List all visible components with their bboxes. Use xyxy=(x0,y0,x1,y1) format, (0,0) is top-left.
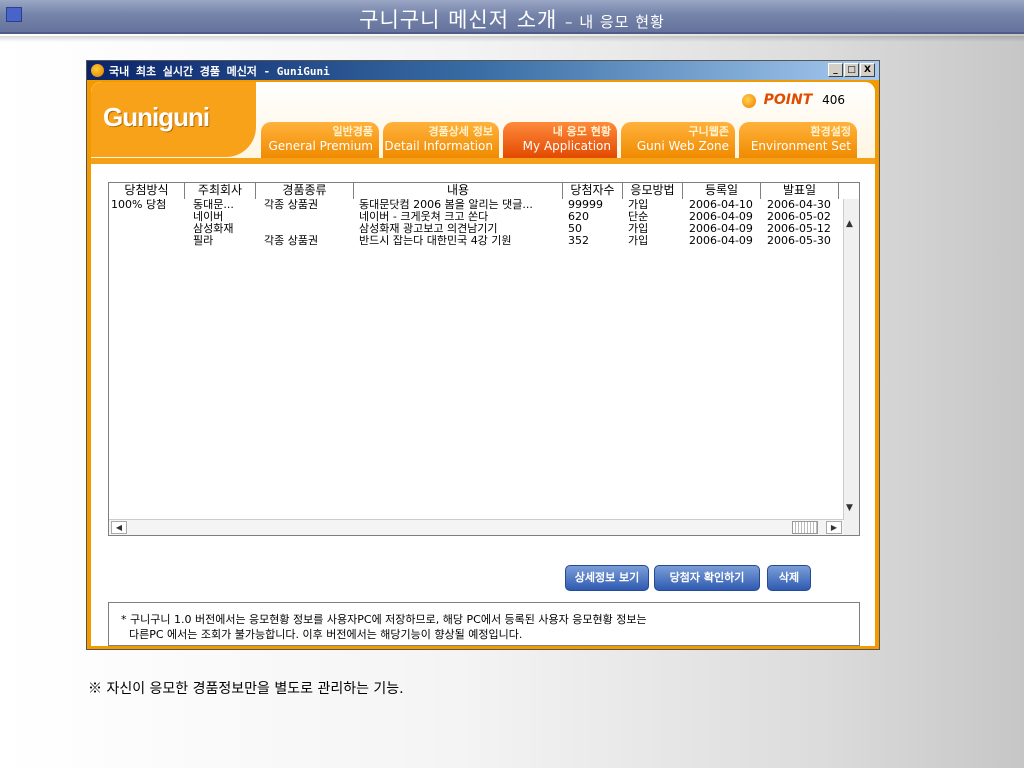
cell-announce-date: 2006-05-02 xyxy=(767,211,831,223)
column-header[interactable]: 발표일 xyxy=(761,183,839,199)
tab-label-en: Detail Information xyxy=(384,139,493,153)
tab-label-ko: 구니웹존 xyxy=(688,125,729,138)
tab-label-en: Guni Web Zone xyxy=(636,139,729,153)
minimize-button[interactable]: _ xyxy=(828,63,843,77)
application-table: 당첨방식 주최회사 경품종류 내용 당첨자수 응모방법 등록일 발표일 100%… xyxy=(108,182,860,536)
column-header[interactable]: 경품종류 xyxy=(256,183,354,199)
cell-reg-date: 2006-04-10 xyxy=(689,199,753,211)
cell-apply-method: 단순 xyxy=(628,211,649,223)
slide-title-main: 구니구니 메신저 소개 xyxy=(359,8,558,32)
point-value: 406 xyxy=(822,93,845,107)
tab-label-ko: 내 응모 현황 xyxy=(552,125,611,138)
cell-content: 동대문닷컴 2006 봄을 알리는 댓글... xyxy=(359,199,533,211)
tab-label-en: My Application xyxy=(522,139,611,153)
scroll-right-icon[interactable]: ▶ xyxy=(826,521,842,534)
slide-title-bar: 구니구니 메신저 소개 – 내 응모 현황 xyxy=(0,0,1024,34)
cell-winners: 620 xyxy=(568,211,589,223)
column-header[interactable]: 내용 xyxy=(354,183,563,199)
app-window: 국내 최초 실시간 경품 메신저 - GuniGuni _ □ X Gunigu… xyxy=(86,60,880,650)
cell-host: 네이버 xyxy=(193,211,224,223)
notice-line-1: * 구니구니 1.0 버전에서는 응모현황 정보를 사용자PC에 저장하므로, … xyxy=(121,613,647,626)
tab-label-en: General Premium xyxy=(268,139,373,153)
cell-host: 필라 xyxy=(193,235,214,247)
slide-footnote: ※ 자신이 응모한 경품정보만을 별도로 관리하는 기능. xyxy=(88,681,404,697)
tab-detail-information[interactable]: 경품상세 정보 Detail Information xyxy=(383,122,499,158)
cell-announce-date: 2006-05-12 xyxy=(767,223,831,235)
maximize-button[interactable]: □ xyxy=(844,63,859,77)
cell-content: 삼성화재 광고보고 의견남기기 xyxy=(359,223,498,235)
notice-box: * 구니구니 1.0 버전에서는 응모현황 정보를 사용자PC에 저장하므로, … xyxy=(108,602,860,646)
cell-type: 각종 상품권 xyxy=(264,199,319,211)
cell-content: 네이버 - 크게웃쳐 크고 쏜다 xyxy=(359,211,489,223)
tab-label-ko: 경품상세 정보 xyxy=(428,125,493,138)
column-header[interactable]: 응모방법 xyxy=(623,183,683,199)
tab-label-ko: 일반경품 xyxy=(332,125,373,138)
tab-guni-web-zone[interactable]: 구니웹존 Guni Web Zone xyxy=(621,122,735,158)
cell-reg-date: 2006-04-09 xyxy=(689,235,753,247)
detail-view-button[interactable]: 상세정보 보기 xyxy=(565,565,649,591)
point-display: POINT 406 xyxy=(741,92,845,108)
cell-type: 각종 상품권 xyxy=(264,235,319,247)
app-header: Guniguni POINT 406 일반경품 General Premium … xyxy=(91,82,875,162)
cell-apply-method: 가입 xyxy=(628,223,649,235)
tab-environment-set[interactable]: 환경설정 Environment Set xyxy=(739,122,857,158)
cell-winners: 99999 xyxy=(568,199,603,211)
cell-method: 100% 당첨 xyxy=(111,199,167,211)
column-header[interactable]: 등록일 xyxy=(683,183,761,199)
cell-reg-date: 2006-04-09 xyxy=(689,211,753,223)
scroll-up-icon[interactable]: ▲ xyxy=(846,219,853,229)
column-header[interactable]: 당첨방식 xyxy=(109,183,185,199)
cell-announce-date: 2006-04-30 xyxy=(767,199,831,211)
scroll-thumb[interactable] xyxy=(792,521,818,534)
logo-area: Guniguni xyxy=(91,82,256,157)
header-divider xyxy=(91,158,875,164)
table-row[interactable]: 네이버 네이버 - 크게웃쳐 크고 쏜다 620 단순 2006-04-09 2… xyxy=(109,211,844,223)
point-coin-icon xyxy=(741,93,756,108)
window-titlebar[interactable]: 국내 최초 실시간 경품 메신저 - GuniGuni _ □ X xyxy=(87,61,879,80)
horizontal-scrollbar[interactable]: ◀ ▶ xyxy=(109,519,844,535)
table-row[interactable]: 삼성화재 삼성화재 광고보고 의견남기기 50 가입 2006-04-09 20… xyxy=(109,223,844,235)
point-label: POINT xyxy=(763,92,813,108)
slide-title-sub: – 내 응모 현황 xyxy=(565,13,665,31)
tab-label-en: Environment Set xyxy=(750,139,851,153)
cell-apply-method: 가입 xyxy=(628,235,649,247)
table-row[interactable]: 100% 당첨 동대문... 각종 상품권 동대문닷컴 2006 봄을 알리는 … xyxy=(109,199,844,211)
table-row[interactable]: 필라 각종 상품권 반드시 잡는다 대한민국 4강 기원 352 가입 2006… xyxy=(109,235,844,247)
slide-title: 구니구니 메신저 소개 – 내 응모 현황 xyxy=(0,4,1024,34)
vertical-scrollbar[interactable]: ▲ ▼ xyxy=(843,199,859,535)
tab-my-application[interactable]: 내 응모 현황 My Application xyxy=(503,122,617,158)
tab-general-premium[interactable]: 일반경품 General Premium xyxy=(261,122,379,158)
close-button[interactable]: X xyxy=(860,63,875,77)
cell-winners: 50 xyxy=(568,223,582,235)
app-body: Guniguni POINT 406 일반경품 General Premium … xyxy=(91,82,875,646)
cell-content: 반드시 잡는다 대한민국 4강 기원 xyxy=(359,235,512,247)
scroll-down-icon[interactable]: ▼ xyxy=(846,503,853,513)
slide-bar-shadow xyxy=(0,36,1024,42)
app-icon xyxy=(91,64,104,77)
cell-announce-date: 2006-05-30 xyxy=(767,235,831,247)
window-title: 국내 최초 실시간 경품 메신저 - GuniGuni xyxy=(109,65,330,78)
column-header[interactable]: 당첨자수 xyxy=(563,183,623,199)
delete-button[interactable]: 삭제 xyxy=(767,565,811,591)
cell-reg-date: 2006-04-09 xyxy=(689,223,753,235)
cell-host: 삼성화재 xyxy=(193,223,234,235)
tab-label-ko: 환경설정 xyxy=(810,125,851,138)
column-header[interactable]: 주최회사 xyxy=(185,183,256,199)
table-header: 당첨방식 주최회사 경품종류 내용 당첨자수 응모방법 등록일 발표일 xyxy=(109,183,844,199)
scroll-left-icon[interactable]: ◀ xyxy=(111,521,127,534)
cell-apply-method: 가입 xyxy=(628,199,649,211)
check-winner-button[interactable]: 당첨자 확인하기 xyxy=(654,565,760,591)
notice-line-2: 다른PC 에서는 조회가 불가능합니다. 이후 버전에서는 해당기능이 향상될 … xyxy=(129,628,523,641)
cell-host: 동대문... xyxy=(193,199,234,211)
guniguni-logo: Guniguni xyxy=(103,102,210,132)
cell-winners: 352 xyxy=(568,235,589,247)
